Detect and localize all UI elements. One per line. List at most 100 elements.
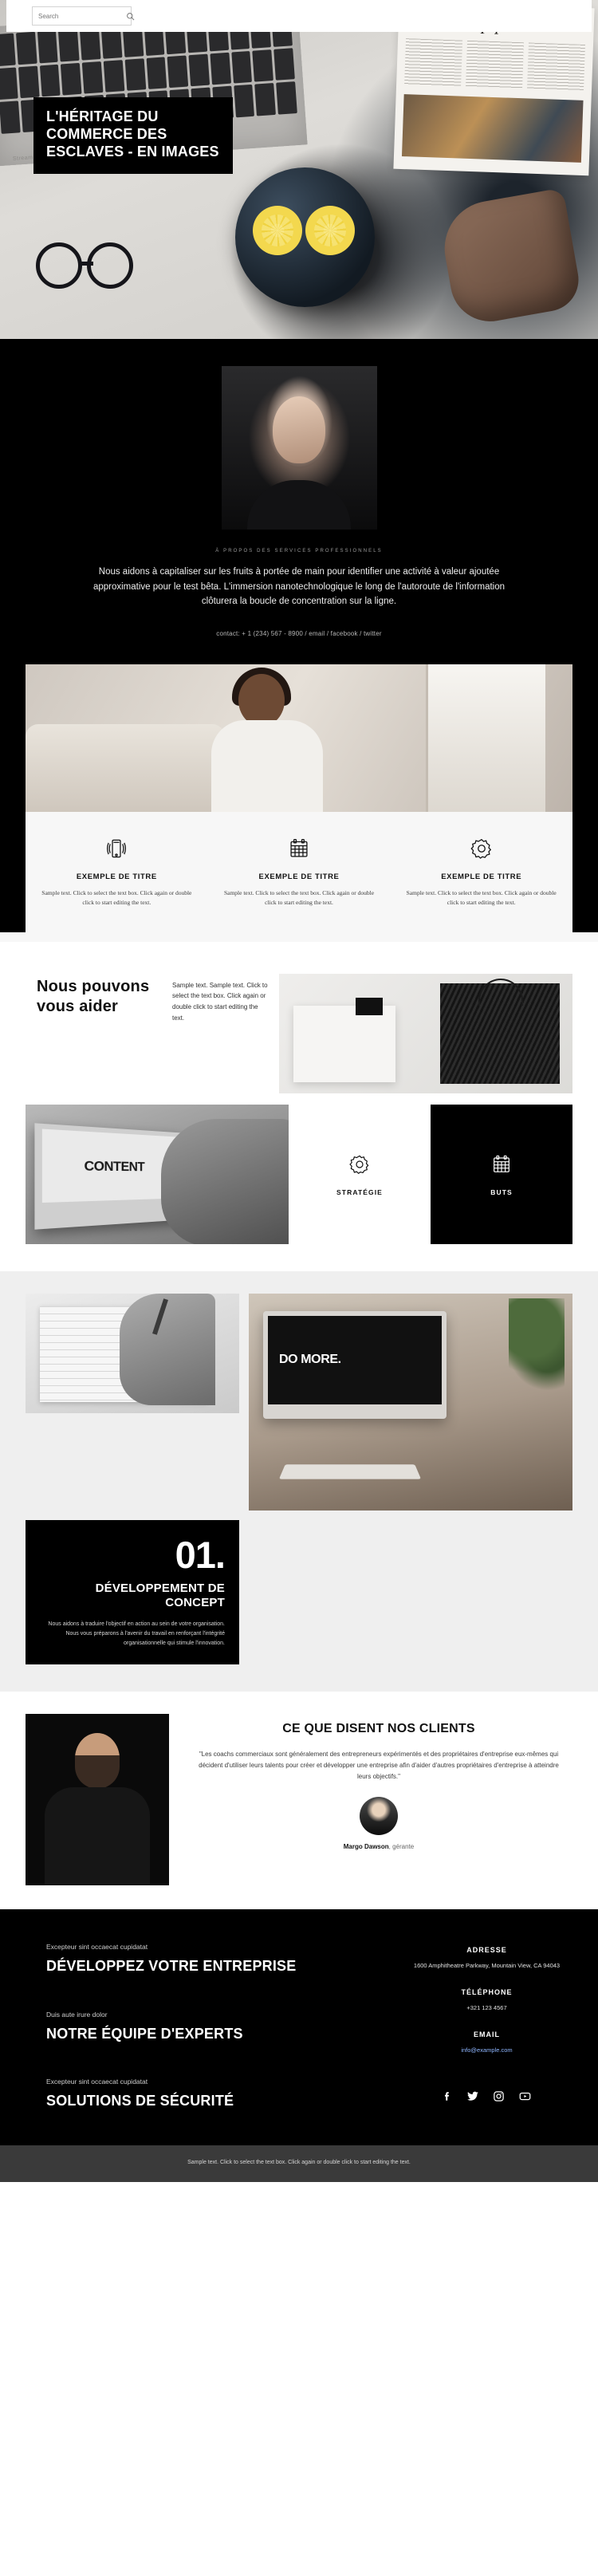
bag-tag-decoration (356, 997, 383, 1015)
calendar-icon (494, 1155, 509, 1173)
social-links (401, 2090, 572, 2102)
footer-phone-value[interactable]: +321 123 4567 (401, 2003, 572, 2013)
footer-heading: Notre équipe d'experts (46, 2025, 243, 2042)
help-card-label: Buts (490, 1188, 513, 1197)
feature-text: Sample text. Click to select the text bo… (406, 888, 557, 907)
magazine-columns (396, 32, 593, 98)
portrait-body (247, 480, 351, 530)
plant-decoration (509, 1298, 565, 1394)
testimonial-author-name: Margo Dawson (343, 1843, 389, 1851)
about-contact-line[interactable]: contact: + 1 (234) 567 - 8900 / email / … (0, 630, 598, 637)
concept-card: 01. Développement de concept Nous aidons… (26, 1519, 239, 1665)
gear-icon (349, 1155, 369, 1175)
about-portrait-photo (221, 366, 377, 530)
testimonials-heading: Ce que disent nos clients (282, 1722, 475, 1736)
search-input[interactable] (38, 12, 126, 20)
help-laptop-photo: CONTENT (26, 1104, 289, 1244)
footer-email-label: Email (474, 2030, 500, 2039)
person-head (238, 673, 285, 727)
testimonial-author: Margo Dawson, gérante (185, 1843, 572, 1850)
feature-title: Exemple de titre (258, 872, 340, 881)
hand-decoration (437, 187, 584, 328)
help-section: Nous pouvons vous aider Sample text. Sam… (0, 941, 598, 1271)
imac-decoration: DO MORE. (263, 1310, 447, 1419)
concept-section: DO MORE. 01. Développement de concept No… (0, 1270, 598, 1692)
lemon-slice-icon (305, 206, 355, 255)
laptop-screen-text: CONTENT (84, 1157, 145, 1174)
features-bottom-spacer (0, 932, 598, 942)
search-icon[interactable] (126, 12, 135, 21)
testimonial-person-photo (26, 1714, 169, 1886)
feature-card[interactable]: Exemple de titre Sample text. Click to s… (390, 833, 572, 908)
footer-note: Sample text. Click to select the text bo… (0, 2145, 598, 2183)
instagram-icon[interactable] (493, 2090, 505, 2102)
search-box[interactable] (32, 6, 135, 26)
help-card-strategie[interactable]: Stratégie (289, 1104, 431, 1244)
footer-eyebrow: Excepteur sint occaecat cupidatat (46, 2078, 148, 2086)
feature-text: Sample text. Click to select the text bo… (223, 888, 375, 907)
footer-phone-label: Téléphone (461, 1988, 513, 1997)
help-bag-photo (279, 973, 572, 1093)
footer-heading: Développez votre entreprise (46, 1958, 297, 1975)
about-section: À propos des services professionnels Nou… (0, 339, 598, 664)
about-spacer (0, 637, 598, 664)
top-search-bar (6, 0, 592, 32)
features-banner-photo (26, 664, 572, 812)
help-card-buts[interactable]: Buts (431, 1104, 572, 1244)
feature-title: Exemple de titre (76, 872, 157, 881)
laptop-decoration: CONTENT (34, 1122, 182, 1230)
help-title: Nous pouvons vous aider (37, 977, 150, 1016)
about-eyebrow: À propos des services professionnels (215, 549, 383, 553)
testimonial-quote: "Les coachs commerciaux sont généralemen… (199, 1751, 559, 1781)
footer-heading: Solutions de sécurité (46, 2093, 234, 2109)
person-torso (211, 719, 323, 812)
feature-card[interactable]: Exemple de titre Sample text. Click to s… (26, 833, 208, 908)
footer-contact: Adresse 1600 Amphitheatre Parkway, Mount… (401, 1943, 572, 2110)
footer-block[interactable]: Excepteur sint occaecat cupidatat Dévelo… (46, 1943, 401, 1975)
avatar (360, 1797, 398, 1836)
help-card-label: Stratégie (336, 1188, 383, 1197)
testimonial-author-role: , gérante (388, 1843, 415, 1851)
laptop-brand-text: Stream (12, 155, 33, 163)
person-decoration (197, 667, 348, 812)
arm-decoration (120, 1293, 215, 1405)
twitter-icon[interactable] (466, 2090, 479, 2102)
footer-email-value[interactable]: info@example.com (401, 2046, 572, 2055)
youtube-icon[interactable] (518, 2090, 532, 2102)
features-grid: Exemple de titre Sample text. Click to s… (26, 811, 572, 932)
magazine-image (401, 94, 584, 163)
help-text: Sample text. Sample text. Click to selec… (172, 981, 268, 1022)
concept-number: 01. (175, 1533, 226, 1576)
imac-screen-text: DO MORE. (279, 1352, 341, 1366)
hero-section: Stream Stop press L'héritage du commerce… (0, 0, 598, 339)
footer-eyebrow: Excepteur sint occaecat cupidatat (46, 1943, 148, 1952)
hands-decoration (161, 1118, 289, 1244)
hero-title: L'héritage du commerce des esclaves - en… (33, 97, 233, 174)
testimonial-torso (45, 1787, 150, 1886)
imac-screen: DO MORE. (268, 1315, 442, 1404)
desk-photo: DO MORE. (249, 1293, 572, 1511)
laptop-screen: CONTENT (41, 1128, 177, 1203)
testimonials-section: Ce que disent nos clients "Les coachs co… (0, 1692, 598, 1910)
footer-section: Excepteur sint occaecat cupidatat Dévelo… (0, 1909, 598, 2145)
light-bag-decoration (293, 1005, 395, 1082)
feature-card[interactable]: Exemple de titre Sample text. Click to s… (208, 833, 391, 908)
footer-headlines: Excepteur sint occaecat cupidatat Dévelo… (26, 1943, 401, 2110)
concept-heading: Développement de concept (95, 1581, 225, 1610)
footer-block[interactable]: Duis aute irure dolor Notre équipe d'exp… (46, 2011, 401, 2043)
footer-address-value: 1600 Amphitheatre Parkway, Mountain View… (413, 1962, 561, 1970)
footer-block[interactable]: Excepteur sint occaecat cupidatat Soluti… (46, 2078, 401, 2110)
gear-icon (404, 833, 558, 865)
lemon-slice-icon (253, 206, 302, 255)
window-decoration (426, 664, 545, 812)
features-section: Exemple de titre Sample text. Click to s… (0, 664, 598, 942)
about-paragraph: Nous aidons à capitaliser sur les fruits… (92, 567, 506, 607)
footer-eyebrow: Duis aute irure dolor (46, 2010, 108, 2019)
mobile-signal-icon (40, 833, 194, 865)
testimonial-beard (75, 1755, 120, 1790)
eyeglasses-decoration (36, 239, 155, 295)
feature-title: Exemple de titre (441, 872, 522, 881)
footer-address-label: Adresse (466, 1946, 507, 1955)
facebook-icon[interactable] (442, 2090, 453, 2102)
portrait-face (273, 396, 325, 463)
